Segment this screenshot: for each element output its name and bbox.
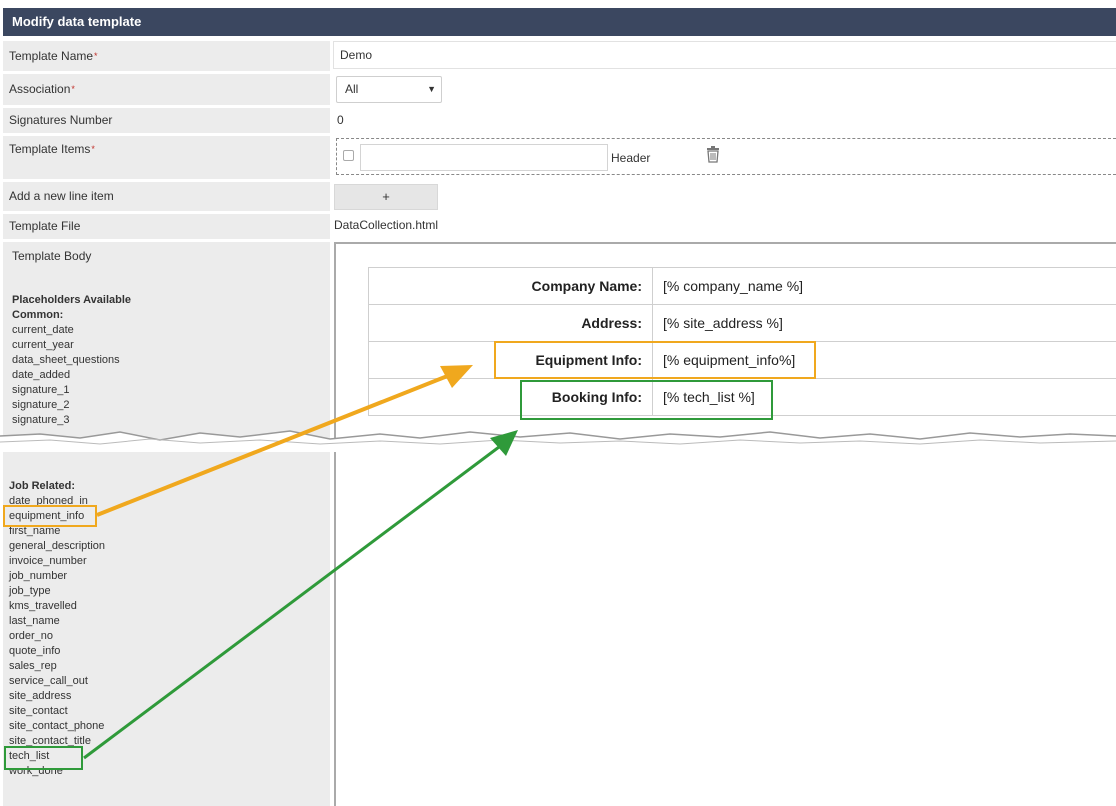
item-header-label: Header [611,151,651,165]
job-title: Job Related: [9,480,76,492]
item-checkbox[interactable] [343,150,354,161]
placeholder-item: site_contact [9,705,68,717]
placeholder-item: service_call_out [9,675,88,687]
add-line-button[interactable]: + [334,184,438,210]
placeholder-item: sales_rep [9,660,57,672]
placeholder-item: kms_travelled [9,600,77,612]
placeholder-item: invoice_number [9,555,87,567]
template-file-label-text: Template File [9,219,81,233]
preview-key: Address: [368,304,653,342]
preview-value: [% company_name %] [652,267,1116,305]
signatures-value: 0 [337,113,344,127]
add-line-label-text: Add a new line item [9,189,114,203]
signatures-label-text: Signatures Number [9,113,113,127]
required-marker: * [91,144,95,154]
template-items-label-text: Template Items [9,142,91,156]
placeholders-title: Placeholders Available [12,294,132,306]
template-name-label: Template Name* [3,41,330,71]
common-placeholders: Placeholders Available Common: current_d… [12,293,131,428]
association-label-text: Association [9,82,71,96]
table-row: Company Name: [% company_name %] [368,267,1116,305]
required-marker: * [71,84,75,94]
template-name-label-text: Template Name [9,49,94,63]
placeholder-item: data_sheet_questions [12,354,120,366]
template-name-input[interactable]: Demo [333,41,1116,69]
template-items-label: Template Items* [3,136,330,179]
dropdown-arrow-icon: ▼ [427,84,436,94]
placeholder-item: current_year [12,339,74,351]
placeholder-item: last_name [9,615,60,627]
preview-value: [% site_address %] [652,304,1116,342]
equipment-info-placeholder-highlight [3,505,97,527]
template-file-value: DataCollection.html [334,218,439,232]
preview-key: Company Name: [368,267,653,305]
placeholder-item: job_type [9,585,51,597]
equipment-info-highlight [494,341,816,379]
signatures-label: Signatures Number [3,108,330,133]
placeholder-item: current_date [12,324,74,336]
placeholder-item: general_description [9,540,106,552]
placeholder-item: order_no [9,630,54,642]
common-title: Common: [12,309,64,321]
association-select[interactable]: All ▼ [336,76,442,103]
placeholder-item: date_added [12,369,71,381]
association-select-value: All [345,82,359,96]
placeholder-item: signature_2 [12,399,70,411]
booking-info-highlight [520,380,773,420]
add-line-label: Add a new line item [3,182,330,211]
tech-list-placeholder-highlight [4,746,83,770]
table-row: Address: [% site_address %] [368,304,1116,342]
item-text-input[interactable] [360,144,608,171]
template-body-label: Template Body [12,249,92,263]
required-marker: * [94,51,98,61]
template-file-label: Template File [3,214,330,239]
association-label: Association* [3,74,330,105]
placeholder-item: quote_info [9,645,61,657]
template-item-row: Header [336,138,1116,175]
placeholder-item: site_address [9,690,72,702]
page-title: Modify data template [3,8,1116,36]
placeholder-item: site_contact_phone [9,720,105,732]
torn-edge-separator [0,430,1116,452]
placeholder-item: job_number [9,570,68,582]
placeholder-item: signature_1 [12,384,70,396]
trash-icon[interactable] [706,146,720,166]
